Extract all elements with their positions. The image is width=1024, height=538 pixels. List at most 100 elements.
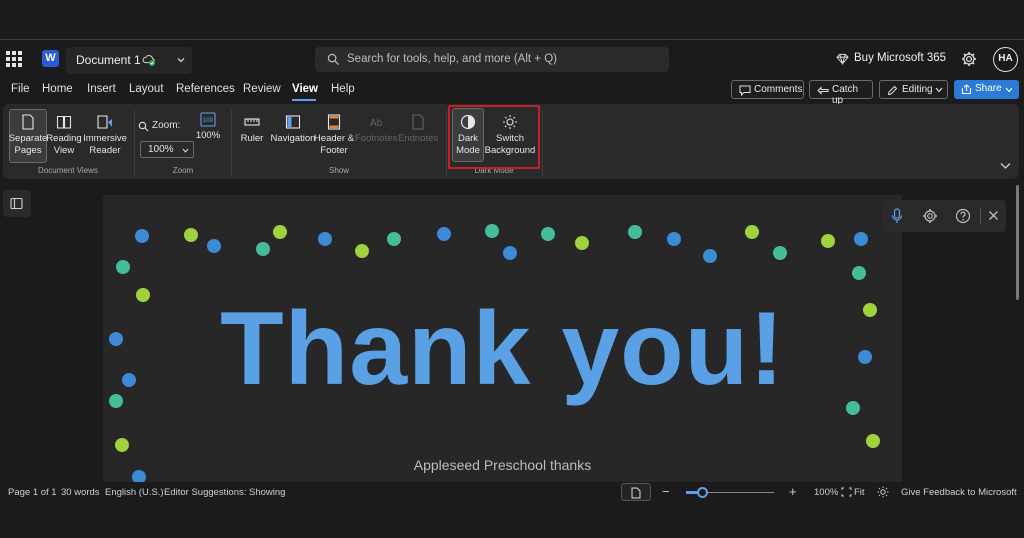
confetti-dot [256,242,270,256]
header-footer-icon [327,114,341,130]
toolbar-divider [980,208,981,224]
immersive-reader-icon [97,115,112,129]
chevron-down-icon [182,148,189,153]
tab-insert[interactable]: Insert [87,83,116,95]
document-views-group-label: Document Views [38,166,98,175]
separate-pages-button[interactable]: Separate Pages [8,114,48,157]
status-bar: Page 1 of 1 30 words English (U.S.) Edit… [0,482,1024,502]
print-layout-button[interactable] [621,483,651,501]
chevron-down-icon [935,87,943,93]
comment-icon [739,85,751,96]
svg-text:Ab: Ab [370,118,383,129]
fit-icon [841,487,852,497]
buy-microsoft-365-link[interactable]: Buy Microsoft 365 [854,52,946,64]
vertical-scrollbar[interactable] [1016,185,1019,300]
editing-label: Editing [902,84,933,95]
help-icon[interactable] [955,208,971,224]
confetti-dot [667,232,681,246]
book-icon [56,115,72,129]
confetti-dot [485,224,499,238]
diamond-icon [836,53,849,65]
page-count[interactable]: Page 1 of 1 [8,487,57,498]
title-bar: W Document 1 Search for tools, help, and… [0,41,1024,77]
confetti-dot [355,244,369,258]
tab-review[interactable]: Review [243,83,281,95]
settings-gear-icon[interactable] [961,51,977,67]
settings-gear-icon[interactable] [922,208,938,224]
tab-help[interactable]: Help [331,83,355,95]
search-icon [327,53,340,66]
tab-file[interactable]: File [11,83,30,95]
confetti-dot [387,232,401,246]
confetti-dot [628,225,642,239]
endnotes-label: Endnotes [398,133,439,144]
user-avatar[interactable]: HA [993,47,1018,72]
document-name-button[interactable]: Document 1 [66,47,192,74]
footnotes-button[interactable]: Ab Footnotes [355,114,397,145]
language-status[interactable]: English (U.S.) [105,487,164,498]
comments-button[interactable]: Comments [731,80,804,99]
active-tab-indicator [292,99,316,101]
confetti-dot [854,232,868,246]
share-button[interactable]: Share [954,80,1019,99]
zoom-out-icon[interactable]: − [662,484,670,499]
confetti-dot [745,225,759,239]
svg-text:100: 100 [203,118,214,124]
confetti-dot [846,401,860,415]
tab-references[interactable]: References [176,83,235,95]
immersive-reader-line2: Reader [89,145,121,156]
zoom-dropdown[interactable]: 100% [140,141,194,158]
confetti-dot [437,227,451,241]
reading-view-line1: Reading [46,133,82,144]
tab-home[interactable]: Home [42,83,73,95]
confetti-dot [852,266,866,280]
editing-mode-button[interactable]: Editing [879,80,948,99]
zoom-in-icon[interactable]: + [789,484,797,499]
zoom-slider-thumb[interactable] [696,487,708,498]
close-icon[interactable] [988,210,999,221]
menu-tabs: File Home Insert Layout References Revie… [0,78,1024,106]
app-launcher-icon[interactable] [6,51,22,67]
group-separator [231,110,232,176]
cloud-saved-icon [142,55,155,66]
tab-layout[interactable]: Layout [129,83,164,95]
header-footer-button[interactable]: Header & Footer [312,114,356,157]
pencil-icon [887,85,898,96]
ruler-label: Ruler [240,133,264,144]
confetti-dot [503,246,517,260]
chevron-down-icon[interactable] [176,55,186,65]
catch-up-button[interactable]: Catch up [809,80,873,106]
document-subtitle: Appleseed Preschool thanks [413,457,592,473]
footnotes-label: Footnotes [355,133,398,144]
tab-view[interactable]: View [292,83,318,95]
immersive-reader-button[interactable]: Immersive Reader [82,114,128,157]
search-input[interactable]: Search for tools, help, and more (Alt + … [315,47,669,72]
confetti-dot [115,438,129,452]
ribbon: Separate Pages Reading View Immersive Re… [3,104,1019,179]
show-group-label: Show [328,166,349,175]
annotation-highlight-box [448,105,540,169]
ribbon-expand-chevron-icon[interactable] [1000,162,1011,170]
confetti-dot [541,227,555,241]
endnotes-button[interactable]: Endnotes [398,114,438,145]
give-feedback-link[interactable]: Give Feedback to Microsoft [901,487,1017,498]
group-separator [134,110,135,176]
confetti-dot [773,246,787,260]
confetti-dot [318,232,332,246]
zoom-100-button[interactable]: 100 100% [195,112,221,142]
focus-sun-icon[interactable] [877,486,889,498]
reading-view-button[interactable]: Reading View [45,114,83,157]
word-count[interactable]: 30 words [61,487,100,498]
fit-button[interactable]: Fit [854,487,865,498]
ruler-button[interactable]: Ruler [238,114,266,145]
confetti-dot [273,225,287,239]
dictation-toolbar [882,200,1006,232]
zoom-percent[interactable]: 100% [814,487,838,498]
microphone-icon[interactable] [891,208,903,224]
zoom-search-icon [138,121,149,132]
confetti-dot [575,236,589,250]
navigation-pane-toggle[interactable] [3,190,31,217]
zoom-value: 100% [148,144,174,155]
editor-suggestions-status[interactable]: Editor Suggestions: Showing [164,487,285,498]
document-page[interactable]: Thank you! Appleseed Preschool thanks [103,195,902,485]
